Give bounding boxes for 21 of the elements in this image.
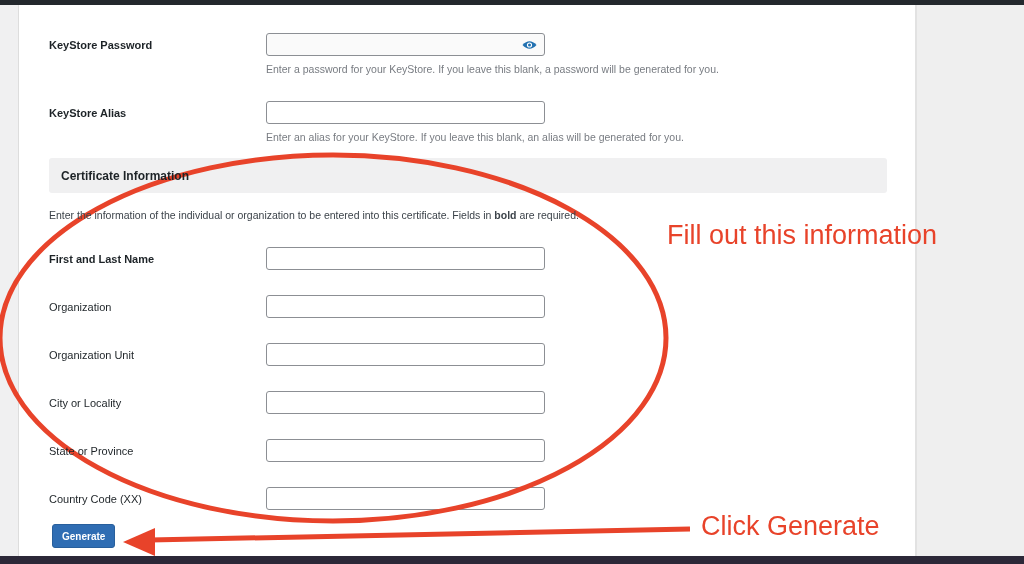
password-field[interactable]: [266, 33, 545, 56]
field-label: First and Last Name: [49, 252, 156, 265]
field-label: Organization: [49, 300, 113, 313]
generate-button[interactable]: Generate: [52, 524, 116, 548]
text-field[interactable]: [266, 439, 545, 462]
field-label: KeyStore Password: [49, 38, 154, 51]
text-field[interactable]: [266, 391, 545, 414]
annotation-text: Click Generate: [701, 510, 880, 542]
text-field[interactable]: [266, 247, 545, 270]
help-text: Enter a password for your KeyStore. If you leave this blank, a password will be generated for you.: [266, 62, 720, 76]
text-field[interactable]: [266, 487, 545, 510]
field-label: City or Locality: [49, 396, 123, 409]
annotation-text: Fill out this information: [667, 219, 938, 251]
eye-icon[interactable]: [522, 39, 537, 50]
text-field[interactable]: [266, 343, 545, 366]
text-field[interactable]: [266, 295, 545, 318]
field-label: Country Code (XX): [49, 492, 143, 505]
field-label: KeyStore Alias: [49, 106, 128, 119]
field-label: Organization Unit: [49, 348, 135, 361]
help-text: Enter an alias for your KeyStore. If you leave this blank, an alias will be generated for you.: [266, 130, 685, 144]
text-field[interactable]: [266, 101, 545, 124]
